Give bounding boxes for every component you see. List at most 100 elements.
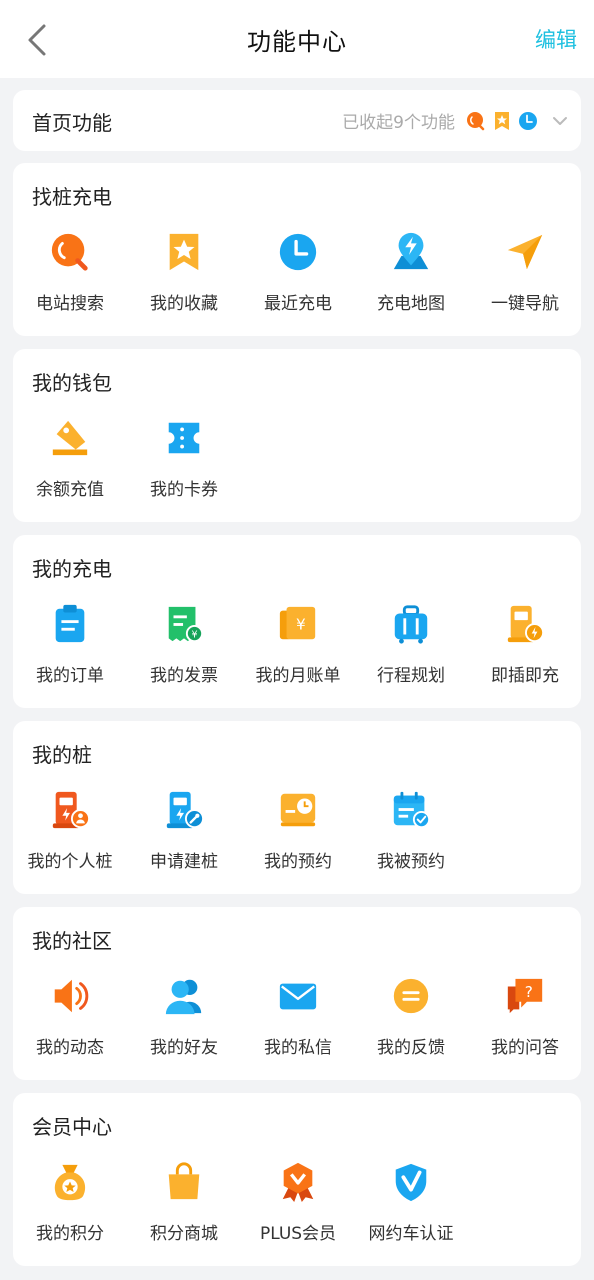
booked-button[interactable]: 我被预约 xyxy=(354,789,468,879)
plus-member-icon xyxy=(282,1162,314,1203)
recent-charge-icon xyxy=(279,233,317,271)
favorites-icon xyxy=(169,233,199,271)
item-label: 我的私信 xyxy=(264,1038,332,1058)
section-title: 会员中心 xyxy=(32,1115,112,1139)
personal-pile-button[interactable]: 我的个人桩 xyxy=(13,789,127,879)
section-wallet: 我的钱包 余额充值 我的卡券 xyxy=(13,349,581,522)
item-label: PLUS会员 xyxy=(259,1224,337,1244)
apply-pile-button[interactable]: 申请建桩 xyxy=(127,789,241,879)
coupon-icon xyxy=(168,422,200,454)
item-label: 我的积分 xyxy=(36,1224,104,1244)
favorites-button[interactable]: 我的收藏 xyxy=(127,231,241,321)
station-search-icon xyxy=(51,233,88,271)
section-title: 我的桩 xyxy=(32,743,92,767)
top-bar: 功能中心 编辑 xyxy=(0,0,594,78)
order-button[interactable]: 我的订单 xyxy=(13,603,127,693)
item-label: 我的预约 xyxy=(264,852,332,872)
plug-charge-button[interactable]: 即插即充 xyxy=(468,603,582,693)
item-label: 申请建桩 xyxy=(150,852,218,872)
svg-text:¥: ¥ xyxy=(191,629,197,640)
item-label: 电站搜索 xyxy=(36,294,104,314)
section-title: 我的钱包 xyxy=(32,371,112,395)
qa-icon: ? xyxy=(507,978,543,1014)
favorites-mini-icon xyxy=(495,111,509,130)
charge-map-icon xyxy=(393,232,429,270)
page-title: 功能中心 xyxy=(247,28,347,56)
speaker-icon xyxy=(54,979,89,1013)
item-label: 即插即充 xyxy=(491,666,559,686)
item-label: 我的发票 xyxy=(150,666,218,686)
item-label: 一键导航 xyxy=(491,294,559,314)
shop-icon xyxy=(168,1162,200,1200)
recent-charge-mini-icon xyxy=(519,111,537,130)
item-label: 最近充电 xyxy=(264,294,332,314)
chevron-down-icon[interactable] xyxy=(551,112,569,130)
navigation-button[interactable]: 一键导航 xyxy=(468,231,582,321)
section-my-charging: 我的充电 我的订单 ¥ 我的发票 ¥ 我的月账单 行程规划 即插即充 xyxy=(13,535,581,708)
points-button[interactable]: 我的积分 xyxy=(13,1161,127,1251)
item-label: 我的反馈 xyxy=(377,1038,445,1058)
item-label: 积分商城 xyxy=(150,1224,218,1244)
my-booking-icon xyxy=(280,793,316,827)
section-member-center: 会员中心 我的积分 积分商城 PLUS会员 网约车认证 xyxy=(13,1093,581,1266)
svg-text:?: ? xyxy=(525,983,533,1001)
plus-member-button[interactable]: PLUS会员 xyxy=(241,1161,355,1251)
item-label: 我的好友 xyxy=(150,1038,218,1058)
ride-hailing-cert-button[interactable]: 网约车认证 xyxy=(354,1161,468,1251)
friends-icon xyxy=(165,979,202,1015)
invoice-button[interactable]: ¥ 我的发票 xyxy=(127,603,241,693)
item-label: 我的动态 xyxy=(36,1038,104,1058)
svg-text:¥: ¥ xyxy=(296,616,306,634)
collapsed-count-text: 已收起9个功能 xyxy=(342,113,455,133)
section-find-pile: 找桩充电 电站搜索 我的收藏 最近充电 充电地图 一键导航 xyxy=(13,163,581,336)
ride-hailing-cert-icon xyxy=(395,1163,427,1202)
feedback-button[interactable]: 我的反馈 xyxy=(354,975,468,1065)
item-label: 我的个人桩 xyxy=(27,852,113,872)
section-title: 我的充电 xyxy=(32,557,112,581)
personal-pile-icon xyxy=(52,791,91,829)
section-title: 找桩充电 xyxy=(32,185,112,209)
section-community: 我的社区 我的动态 我的好友 我的私信 我的反馈 ? 我的问答 xyxy=(13,907,581,1080)
my-posts-button[interactable]: 我的动态 xyxy=(13,975,127,1065)
messages-button[interactable]: 我的私信 xyxy=(241,975,355,1065)
apply-pile-icon xyxy=(166,791,205,829)
station-search-button[interactable]: 电站搜索 xyxy=(13,231,127,321)
recharge-button[interactable]: 余额充值 xyxy=(13,417,127,507)
item-label: 行程规划 xyxy=(377,666,445,686)
order-icon xyxy=(55,604,85,643)
collapsed-functions[interactable]: 已收起9个功能 xyxy=(342,108,569,133)
item-label: 余额充值 xyxy=(36,480,104,500)
friends-button[interactable]: 我的好友 xyxy=(127,975,241,1065)
my-booking-button[interactable]: 我的预约 xyxy=(241,789,355,879)
points-icon xyxy=(54,1164,86,1201)
charge-map-button[interactable]: 充电地图 xyxy=(354,231,468,321)
item-label: 我的订单 xyxy=(36,666,104,686)
feedback-icon xyxy=(393,978,429,1014)
monthly-bill-button[interactable]: ¥ 我的月账单 xyxy=(241,603,355,693)
item-label: 我的收藏 xyxy=(150,294,218,314)
trip-plan-button[interactable]: 行程规划 xyxy=(354,603,468,693)
section-title: 我的社区 xyxy=(32,929,112,953)
mail-icon xyxy=(279,983,317,1010)
plug-charge-icon xyxy=(507,605,545,643)
coupon-button[interactable]: 我的卡券 xyxy=(127,417,241,507)
item-label: 我的月账单 xyxy=(255,666,341,686)
invoice-icon: ¥ xyxy=(168,606,204,643)
item-label: 网约车认证 xyxy=(368,1224,454,1244)
section-my-pile: 我的桩 我的个人桩 申请建桩 我的预约 我被预约 xyxy=(13,721,581,894)
booked-icon xyxy=(393,791,431,829)
item-label: 我被预约 xyxy=(377,852,445,872)
edit-button[interactable]: 编辑 xyxy=(535,24,577,54)
qa-button[interactable]: ? 我的问答 xyxy=(468,975,582,1065)
monthly-bill-icon: ¥ xyxy=(279,606,316,640)
recharge-icon xyxy=(52,420,88,456)
station-search-mini-icon xyxy=(467,111,485,130)
home-functions-title: 首页功能 xyxy=(32,111,112,135)
item-label: 我的卡券 xyxy=(150,480,218,500)
recent-charge-button[interactable]: 最近充电 xyxy=(241,231,355,321)
navigation-icon xyxy=(507,234,543,270)
points-shop-button[interactable]: 积分商城 xyxy=(127,1161,241,1251)
item-label: 我的问答 xyxy=(491,1038,559,1058)
trip-plan-icon xyxy=(394,605,428,644)
home-functions-bar[interactable]: 首页功能 已收起9个功能 xyxy=(13,90,581,151)
